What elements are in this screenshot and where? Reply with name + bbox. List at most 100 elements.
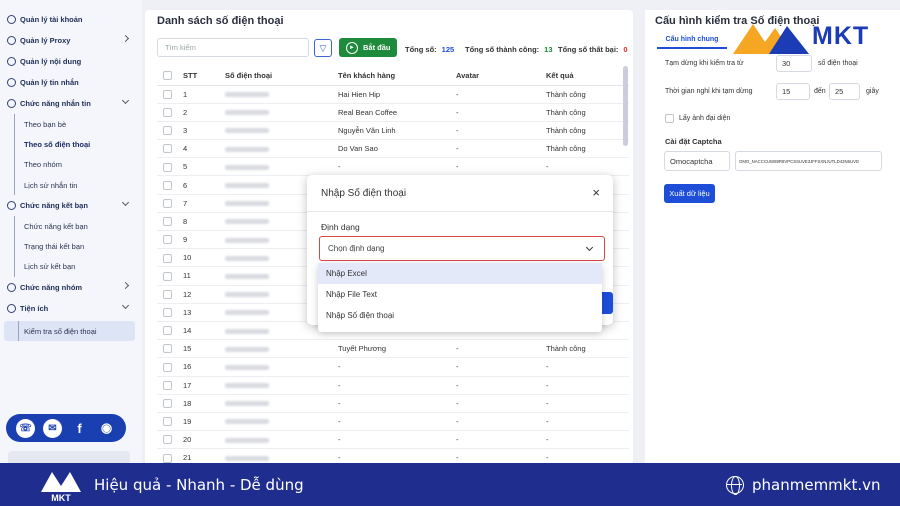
stt-cell: 6 xyxy=(177,175,219,195)
sidebar-item-proxy[interactable]: Quản lý Proxy xyxy=(0,30,142,51)
option-import-excel[interactable]: Nhập Excel xyxy=(318,263,602,284)
table-row[interactable]: 20- - - xyxy=(157,430,629,450)
row-checkbox[interactable] xyxy=(163,435,172,445)
close-icon[interactable]: × xyxy=(592,185,600,200)
row-checkbox[interactable] xyxy=(163,217,172,227)
row-checkbox[interactable] xyxy=(163,108,172,118)
row-checkbox[interactable] xyxy=(163,362,172,372)
row-checkbox[interactable] xyxy=(163,344,172,354)
table-row[interactable]: 4 Do Van Sao - Thành công xyxy=(157,139,629,159)
table-row[interactable]: 16- - - xyxy=(157,357,629,377)
row-checkbox[interactable] xyxy=(163,180,172,190)
option-import-phone[interactable]: Nhập Số điện thoại xyxy=(318,305,602,326)
sidebar-sub-history[interactable]: Lịch sử nhắn tin xyxy=(0,174,142,196)
facebook-icon[interactable]: f xyxy=(70,419,89,438)
row-select-cell xyxy=(157,412,177,432)
row-select-cell xyxy=(157,157,177,177)
group-icon xyxy=(7,283,16,293)
sidebar-item-group[interactable]: Chức năng nhóm xyxy=(0,277,142,298)
table-row[interactable]: 18- - - xyxy=(157,394,629,413)
name-cell: Tuyết Phương xyxy=(332,339,450,359)
format-label: Định dạng xyxy=(321,222,360,232)
row-checkbox[interactable] xyxy=(163,399,172,409)
row-select-cell xyxy=(157,266,177,286)
row-select-cell xyxy=(157,121,177,141)
start-button[interactable]: Bắt đầu xyxy=(339,38,397,57)
name-cell: - xyxy=(332,430,450,450)
table-row[interactable]: 3 Nguyễn Văn Linh - Thành công xyxy=(157,121,629,141)
row-checkbox[interactable] xyxy=(163,235,172,245)
row-checkbox[interactable] xyxy=(163,308,172,318)
column-header: Avatar xyxy=(450,66,540,86)
row-checkbox[interactable] xyxy=(163,289,172,299)
brand-website[interactable]: phanmemmkt.vn xyxy=(752,476,881,494)
redacted-phone xyxy=(225,364,269,370)
sidebar-item-friend[interactable]: Chức năng kết bạn xyxy=(0,195,142,216)
sidebar-sub-check-phone[interactable]: Kiểm tra số điện thoại xyxy=(4,321,135,342)
avatar-cell: - xyxy=(450,121,540,141)
rest-from-input[interactable]: 15 xyxy=(776,83,810,100)
sidebar-item-content[interactable]: Quản lý nội dung xyxy=(0,51,142,72)
result-cell: Thành công xyxy=(540,139,629,159)
row-checkbox[interactable] xyxy=(163,89,172,99)
row-checkbox[interactable] xyxy=(163,144,172,154)
row-checkbox[interactable] xyxy=(163,326,172,336)
table-row[interactable]: 17- - - xyxy=(157,376,629,395)
messenger-icon[interactable]: ✉ xyxy=(43,418,62,438)
search-input[interactable]: Tìm kiếm xyxy=(157,38,309,57)
table-row[interactable]: 19- - - xyxy=(157,412,629,432)
row-checkbox[interactable] xyxy=(163,126,172,136)
select-all-checkbox[interactable] xyxy=(163,71,172,80)
sidebar-sub-friend-history[interactable]: Lịch sử kết bạn xyxy=(0,256,142,278)
rest-to-input[interactable]: 25 xyxy=(829,83,860,100)
table-row[interactable]: 2 Real Bean Coffee - Thành công xyxy=(157,103,629,122)
avatar-cell: - xyxy=(450,139,540,159)
format-select[interactable]: Chọn định dạng xyxy=(319,236,605,261)
pause-input[interactable]: 30 xyxy=(776,55,812,72)
row-checkbox[interactable] xyxy=(163,380,172,390)
redacted-phone xyxy=(225,110,269,116)
filter-icon[interactable]: ▽ xyxy=(314,39,332,57)
table-row[interactable]: 5--- xyxy=(157,157,629,177)
table-row[interactable]: 15 Tuyết Phương - Thành công xyxy=(157,339,629,359)
support-icon[interactable]: ☏ xyxy=(16,418,35,438)
sidebar-item-messaging[interactable]: Chức năng nhắn tin xyxy=(0,93,142,114)
row-checkbox[interactable] xyxy=(163,453,172,463)
social-bar: ☏ ✉ f ◉ xyxy=(6,414,126,442)
captcha-provider-select[interactable]: Omocaptcha xyxy=(664,151,730,171)
sidebar-sub-phone[interactable]: Theo số điện thoại xyxy=(0,134,142,155)
name-cell: Real Bean Coffee xyxy=(332,103,450,122)
avatar-checkbox[interactable] xyxy=(665,114,674,123)
table-row[interactable]: 1 Hai Hien Hip - Thành công xyxy=(157,85,629,104)
sidebar-sub-friends[interactable]: Theo bạn bè xyxy=(0,114,142,135)
website-globe-icon[interactable]: ◉ xyxy=(97,419,116,438)
table-scrollbar[interactable] xyxy=(623,66,628,146)
row-checkbox[interactable] xyxy=(163,417,172,427)
stat-failed: Tổng số thất bại: 0 xyxy=(558,45,628,54)
sidebar-item-messages[interactable]: Quản lý tin nhắn xyxy=(0,72,142,93)
result-cell: - xyxy=(540,430,629,450)
row-checkbox[interactable] xyxy=(163,198,172,208)
chevron-down-icon xyxy=(121,96,130,105)
sidebar-sub-friend-func[interactable]: Chức năng kết bạn xyxy=(0,216,142,237)
row-checkbox[interactable] xyxy=(163,271,172,281)
content-icon xyxy=(7,57,16,66)
captcha-key-input[interactable]: OMO_NACCCUW88R8VPCSSUVE3JFFSXNJUTLD42N6U… xyxy=(735,151,882,171)
redacted-phone xyxy=(225,310,269,316)
row-select-cell xyxy=(157,321,177,341)
sidebar-sub-friend-status[interactable]: Trạng thái kết bạn xyxy=(0,236,142,258)
row-checkbox[interactable] xyxy=(163,253,172,263)
row-checkbox[interactable] xyxy=(163,162,172,172)
sidebar-item-label: Chức năng nhóm xyxy=(20,283,83,293)
tab-general-config[interactable]: Cấu hình chung xyxy=(657,32,727,49)
redacted-phone xyxy=(225,219,269,225)
name-cell: - xyxy=(332,412,450,432)
export-button[interactable]: Xuất dữ liệu xyxy=(664,184,715,203)
sidebar-item-utils[interactable]: Tiện ích xyxy=(0,298,142,319)
redacted-phone xyxy=(225,292,269,298)
sidebar-sub-group[interactable]: Theo nhóm xyxy=(0,154,142,176)
option-import-text[interactable]: Nhập File Text xyxy=(318,284,602,305)
chevron-down-icon xyxy=(585,243,594,252)
avatar-cell: - xyxy=(450,85,540,104)
sidebar-item-accounts[interactable]: Quản lý tài khoản xyxy=(0,9,142,30)
